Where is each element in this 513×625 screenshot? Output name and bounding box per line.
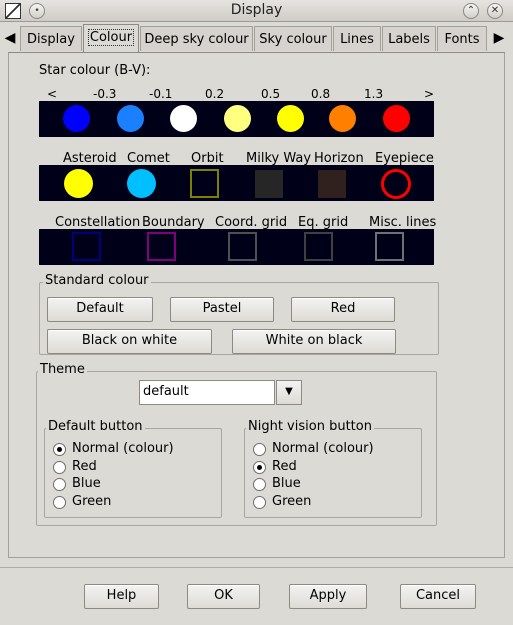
star-tick-label: 0.5 <box>261 87 281 101</box>
pastel-colour-button[interactable]: Pastel <box>170 297 274 322</box>
ok-button[interactable]: OK <box>187 584 260 609</box>
star-tick-label: 0.2 <box>205 87 225 101</box>
star-tick-label: > <box>424 87 435 101</box>
radio-blue[interactable] <box>253 478 266 491</box>
milky-way-colour-swatch[interactable] <box>255 170 283 198</box>
radio-label: Blue <box>72 476 101 491</box>
radio-label: Red <box>272 458 297 474</box>
radio-red[interactable] <box>253 460 266 474</box>
line-label: Coord. grid <box>215 215 288 230</box>
line-label: Boundary <box>142 215 205 230</box>
radio-blue[interactable] <box>53 478 66 491</box>
star-colour-red-swatch[interactable] <box>383 105 410 132</box>
star-colour-white-swatch[interactable] <box>170 105 197 132</box>
window-title: Display <box>230 2 283 18</box>
radio-label: Green <box>72 493 112 509</box>
star-tick-label: 1.3 <box>364 87 384 101</box>
standard-colour-title: Standard colour <box>43 273 151 288</box>
radio-normal-colour[interactable] <box>253 443 266 456</box>
object-label: Horizon <box>314 151 364 166</box>
radio-label: Blue <box>272 476 301 491</box>
line-label: Eq. grid <box>298 215 349 230</box>
asteroid-colour-swatch[interactable] <box>64 169 93 198</box>
radio-selected-dot <box>57 447 62 452</box>
radio-green[interactable] <box>53 495 66 509</box>
black-on-white-button[interactable]: Black on white <box>47 329 212 354</box>
tab-scroll-right-icon[interactable]: ▶ <box>491 25 507 51</box>
red-colour-button[interactable]: Red <box>291 297 395 322</box>
radio-label: Normal (colour) <box>72 441 174 456</box>
star-colour-label: Star colour (B-V): <box>39 63 151 78</box>
star-colour-blue-swatch[interactable] <box>63 105 90 132</box>
boundary-colour-swatch[interactable] <box>147 232 176 261</box>
object-label: Milky Way <box>246 151 312 166</box>
help-button[interactable]: Help <box>84 584 159 609</box>
footer-divider <box>0 567 513 568</box>
star-tick-label: -0.3 <box>93 87 117 101</box>
default-colour-button[interactable]: Default <box>47 297 153 322</box>
comet-colour-swatch[interactable] <box>127 169 156 198</box>
radio-red[interactable] <box>53 460 66 474</box>
horizon-colour-swatch[interactable] <box>318 170 346 198</box>
radio-label: Red <box>72 458 97 474</box>
cancel-button[interactable]: Cancel <box>400 584 476 609</box>
star-tick-label: 0.8 <box>311 87 331 101</box>
star-colour-pale-yellow-swatch[interactable] <box>224 105 251 132</box>
star-tick-label: -0.1 <box>149 87 173 101</box>
coord-grid-colour-swatch[interactable] <box>228 232 257 261</box>
object-label: Orbit <box>191 151 224 166</box>
eyepiece-colour-swatch[interactable] <box>381 169 411 199</box>
shade-button[interactable]: ⌃ <box>463 3 479 19</box>
star-colour-yellow-swatch[interactable] <box>277 105 304 132</box>
theme-select[interactable]: default <box>139 380 275 405</box>
orbit-colour-swatch[interactable] <box>190 169 219 198</box>
chevron-down-icon[interactable]: ▼ <box>276 380 302 405</box>
radio-label: Green <box>272 493 312 509</box>
tab-fonts[interactable]: Fonts <box>437 26 487 51</box>
tab-sky-colour[interactable]: Sky colour <box>254 26 332 51</box>
object-colour-strip[interactable] <box>39 165 434 201</box>
tab-display[interactable]: Display <box>20 26 82 51</box>
eq-grid-colour-swatch[interactable] <box>304 232 333 261</box>
tab-lines[interactable]: Lines <box>333 26 381 51</box>
radio-selected-dot <box>257 464 262 470</box>
radio-label: Normal (colour) <box>272 441 374 456</box>
radio-normal-colour[interactable] <box>53 443 66 456</box>
star-colour-light-blue-swatch[interactable] <box>117 105 144 132</box>
object-label: Comet <box>127 151 170 166</box>
radio-green[interactable] <box>253 495 266 509</box>
white-on-black-button[interactable]: White on black <box>232 329 396 354</box>
tab-deep-sky-colour[interactable]: Deep sky colour <box>140 26 253 51</box>
line-label: Constellation <box>55 215 141 230</box>
star-tick-label: < <box>47 87 58 101</box>
line-label: Misc. lines <box>369 215 437 230</box>
tab-labels[interactable]: Labels <box>382 26 436 51</box>
apply-button[interactable]: Apply <box>289 584 367 609</box>
theme-title: Theme <box>38 362 87 377</box>
default-button-title: Default button <box>46 419 145 434</box>
tab-colour[interactable]: Colour <box>83 24 139 52</box>
constellation-colour-swatch[interactable] <box>72 232 101 261</box>
object-label: Asteroid <box>63 151 117 166</box>
star-colour-orange-swatch[interactable] <box>329 105 356 132</box>
misc-lines-colour-swatch[interactable] <box>375 232 404 261</box>
close-button[interactable]: ✕ <box>487 3 503 19</box>
night-vision-title: Night vision button <box>246 419 374 434</box>
tab-scroll-left-icon[interactable]: ◀ <box>2 25 18 51</box>
object-label: Eyepiece <box>375 151 434 166</box>
